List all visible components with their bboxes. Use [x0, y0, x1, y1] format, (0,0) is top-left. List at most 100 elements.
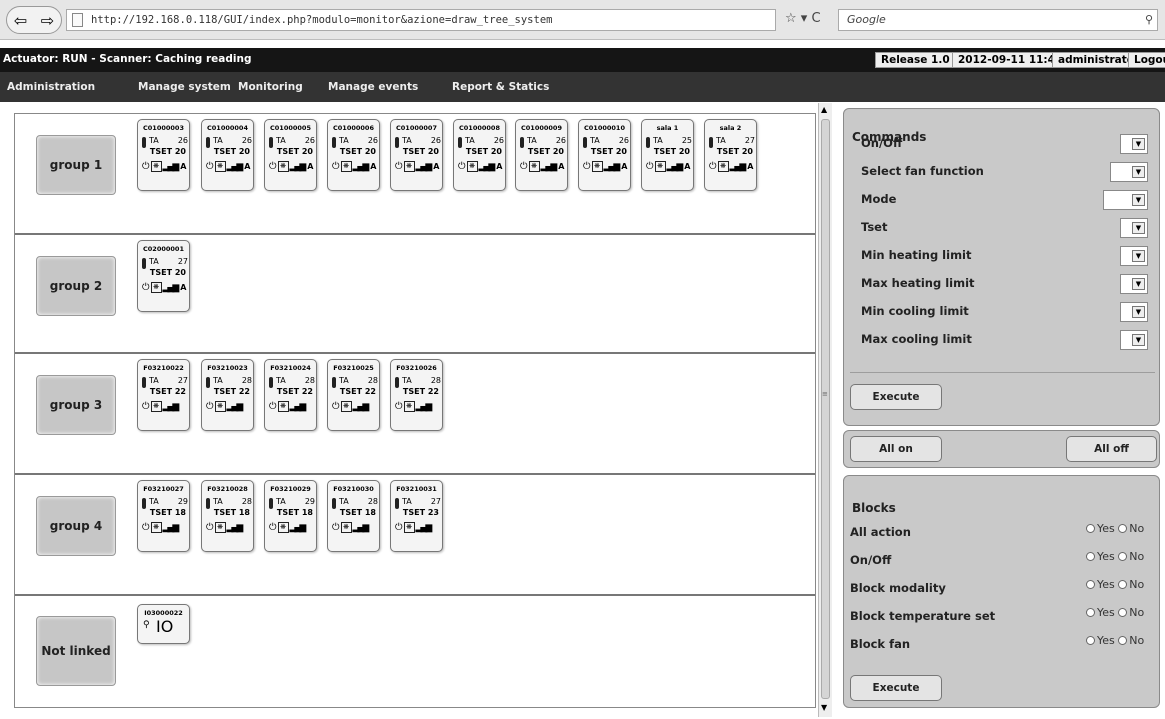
menu-manage-system[interactable]: Manage system — [138, 81, 231, 93]
yes-label: Yes — [1097, 578, 1115, 591]
tset-label: TSET — [402, 387, 426, 396]
device-id: F03210027 — [143, 485, 184, 493]
no-radio[interactable] — [1118, 552, 1128, 561]
signal-bars-icon: ▂▄▆ — [289, 401, 307, 412]
device-id: F03210024 — [270, 364, 311, 372]
group-button[interactable]: Not linked — [36, 616, 116, 686]
command-select[interactable]: ▼ — [1120, 274, 1148, 294]
device-card[interactable]: F03210029 TA 29 TSET 18 ⏻ ❋ ▂▄▆ — [264, 480, 317, 552]
device-id: F03210028 — [207, 485, 248, 493]
device-card[interactable]: F03210023 TA 28 TSET 22 ⏻ ❋ ▂▄▆ — [201, 359, 254, 431]
device-tset: TSET 18 — [277, 508, 313, 517]
forward-icon[interactable]: ⇨ — [41, 11, 54, 30]
ta-value: 26 — [177, 136, 188, 145]
group-button[interactable]: group 3 — [36, 375, 116, 435]
device-card[interactable]: C01000008 TA 26 TSET 20 ⏻ ❋ ▂▄▆ A — [453, 119, 506, 191]
device-tset: TSET 20 — [717, 147, 753, 156]
device-card[interactable]: C01000010 TA 26 TSET 20 ⏻ ❋ ▂▄▆ A — [578, 119, 631, 191]
group-button[interactable]: group 4 — [36, 496, 116, 556]
tset-value: 20 — [427, 147, 439, 156]
url-text: http://192.168.0.118/GUI/index.php?modul… — [91, 14, 553, 26]
no-radio[interactable] — [1118, 524, 1128, 533]
no-radio[interactable] — [1118, 608, 1128, 617]
scroll-up-icon[interactable]: ▲ — [821, 105, 827, 114]
group-button[interactable]: group 1 — [36, 135, 116, 195]
command-select[interactable]: ▼ — [1120, 134, 1148, 154]
all-off-button[interactable]: All off — [1066, 436, 1157, 462]
device-card[interactable]: C01000007 TA 26 TSET 20 ⏻ ❋ ▂▄▆ A — [390, 119, 443, 191]
search-input[interactable]: Google ⚲ — [838, 9, 1158, 31]
command-select[interactable]: ▼ — [1120, 330, 1148, 350]
menu-manage-events[interactable]: Manage events — [328, 81, 418, 93]
device-card[interactable]: F03210031 TA 27 TSET 23 ⏻ ❋ ▂▄▆ — [390, 480, 443, 552]
ta-value: 28 — [241, 376, 252, 385]
device-card[interactable]: F03210030 TA 28 TSET 18 ⏻ ❋ ▂▄▆ — [327, 480, 380, 552]
device-card[interactable]: sala 2 TA 27 TSET 20 ⏻ ❋ ▂▄▆ A — [704, 119, 757, 191]
yes-radio[interactable] — [1086, 580, 1095, 589]
ta-value: 26 — [241, 136, 252, 145]
io-card[interactable]: I03000022 ⚲ IO — [137, 604, 190, 644]
command-select[interactable]: ▼ — [1120, 218, 1148, 238]
app-window: ⇦ ⇨ http://192.168.0.118/GUI/index.php?m… — [0, 0, 1165, 719]
device-card[interactable]: C01000006 TA 26 TSET 20 ⏻ ❋ ▂▄▆ A — [327, 119, 380, 191]
signal-bars-icon: ▂▄▆ — [226, 161, 244, 172]
tset-label: TSET — [590, 147, 614, 156]
bookmark-star-icon[interactable]: ☆ ▾ C — [785, 11, 821, 26]
scroll-thumb[interactable] — [821, 119, 830, 699]
zoom-icon: ⚲ — [143, 620, 150, 630]
device-card[interactable]: F03210027 TA 29 TSET 18 ⏻ ❋ ▂▄▆ — [137, 480, 190, 552]
device-tset: TSET 20 — [591, 147, 627, 156]
device-card[interactable]: C01000009 TA 26 TSET 20 ⏻ ❋ ▂▄▆ A — [515, 119, 568, 191]
io-id: I03000022 — [144, 609, 183, 617]
logout-button[interactable]: Logou — [1128, 52, 1165, 68]
signal-bars-icon: ▂▄▆ — [162, 282, 180, 293]
menu-report-statics[interactable]: Report & Statics — [452, 81, 549, 93]
tree-scrollbar[interactable]: ▲ ≡ ▼ — [818, 103, 832, 717]
scroll-down-icon[interactable]: ▼ — [821, 703, 827, 712]
menu-administration[interactable]: Administration — [7, 81, 95, 93]
chevron-down-icon: ▼ — [1132, 222, 1145, 234]
ta-value: 27 — [177, 257, 188, 266]
device-card[interactable]: C01000005 TA 26 TSET 20 ⏻ ❋ ▂▄▆ A — [264, 119, 317, 191]
device-card[interactable]: F03210026 TA 28 TSET 22 ⏻ ❋ ▂▄▆ — [390, 359, 443, 431]
device-tset: TSET 20 — [466, 147, 502, 156]
menu-monitoring[interactable]: Monitoring — [238, 81, 303, 93]
device-id: F03210030 — [333, 485, 374, 493]
device-card[interactable]: C01000004 TA 26 TSET 20 ⏻ ❋ ▂▄▆ A — [201, 119, 254, 191]
search-icon[interactable]: ⚲ — [1145, 10, 1153, 30]
device-card[interactable]: C01000003 TA 26 TSET 20 ⏻ ❋ ▂▄▆ A — [137, 119, 190, 191]
group-row: group 2 C02000001 TA 27 TSET 20 ⏻ ❋ ▂▄▆ A — [15, 235, 815, 354]
yes-radio[interactable] — [1086, 636, 1095, 645]
yes-radio[interactable] — [1086, 608, 1095, 617]
ta-label: TA — [402, 497, 412, 506]
yes-radio[interactable] — [1086, 524, 1095, 533]
device-card[interactable]: F03210022 TA 27 TSET 22 ⏻ ❋ ▂▄▆ — [137, 359, 190, 431]
command-select[interactable]: ▼ — [1103, 190, 1148, 210]
device-card[interactable]: F03210024 TA 28 TSET 22 ⏻ ❋ ▂▄▆ — [264, 359, 317, 431]
power-icon: ⏻ — [332, 401, 340, 412]
yes-radio[interactable] — [1086, 552, 1095, 561]
device-card[interactable]: C02000001 TA 27 TSET 20 ⏻ ❋ ▂▄▆ A — [137, 240, 190, 312]
device-card[interactable]: sala 1 TA 25 TSET 20 ⏻ ❋ ▂▄▆ A — [641, 119, 694, 191]
command-select[interactable]: ▼ — [1110, 162, 1148, 182]
ta-label: TA — [402, 136, 412, 145]
back-icon[interactable]: ⇦ — [14, 11, 27, 30]
device-status-icons: ⏻ ❋ ▂▄▆ — [395, 401, 432, 412]
all-panel: All on All off — [843, 430, 1160, 468]
command-select[interactable]: ▼ — [1120, 302, 1148, 322]
device-card[interactable]: F03210025 TA 28 TSET 22 ⏻ ❋ ▂▄▆ — [327, 359, 380, 431]
no-radio[interactable] — [1118, 580, 1128, 589]
address-bar[interactable]: http://192.168.0.118/GUI/index.php?modul… — [66, 9, 776, 31]
group-button[interactable]: group 2 — [36, 256, 116, 316]
ta-value: 29 — [177, 497, 188, 506]
fan-icon: ❋ — [277, 401, 289, 412]
ta-label: TA — [213, 136, 223, 145]
command-select[interactable]: ▼ — [1120, 246, 1148, 266]
all-on-button[interactable]: All on — [850, 436, 942, 462]
commands-execute-button[interactable]: Execute — [850, 384, 942, 410]
fan-icon: ❋ — [403, 401, 415, 412]
no-radio[interactable] — [1118, 636, 1128, 645]
tset-value: 20 — [615, 147, 627, 156]
device-card[interactable]: F03210028 TA 28 TSET 18 ⏻ ❋ ▂▄▆ — [201, 480, 254, 552]
blocks-execute-button[interactable]: Execute — [850, 675, 942, 701]
